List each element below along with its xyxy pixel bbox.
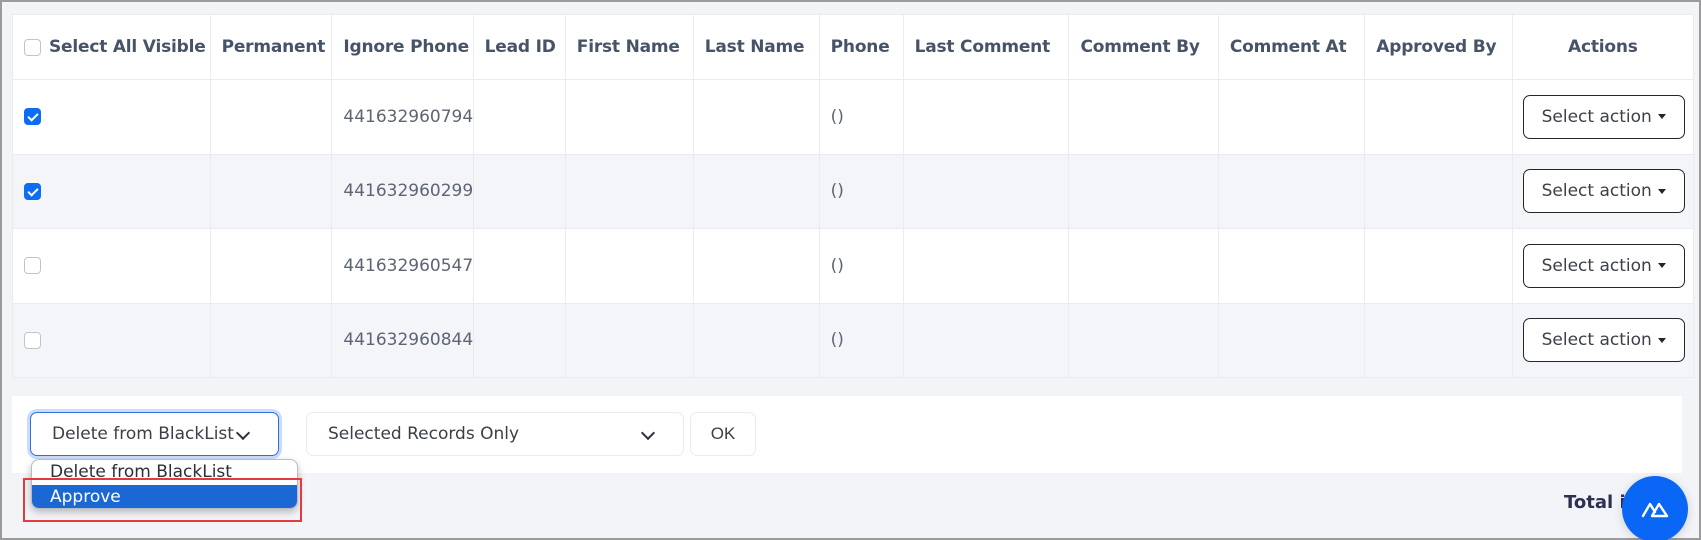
header-last-name[interactable]: Last Name — [692, 14, 820, 80]
row-select-cell — [12, 228, 211, 304]
table-row: 441632960844 () Select action — [12, 302, 1695, 378]
cell-phone: () — [818, 302, 904, 378]
cell-last-name — [692, 302, 820, 378]
cell-last-comment — [902, 153, 1070, 229]
header-first-name[interactable]: First Name — [564, 14, 694, 80]
row-select-cell — [12, 79, 211, 155]
cell-phone: () — [818, 79, 904, 155]
cell-lead-id — [472, 153, 566, 229]
cell-phone: () — [818, 153, 904, 229]
header-select-all: Select All Visible — [12, 14, 211, 80]
header-lead-id[interactable]: Lead ID — [472, 14, 566, 80]
cell-actions: Select action — [1511, 302, 1695, 378]
cell-last-name — [692, 228, 820, 304]
cell-ignore-phone: 441632960299 — [331, 153, 474, 229]
header-comment-at[interactable]: Comment At — [1217, 14, 1366, 80]
select-all-label: Select All Visible — [49, 37, 206, 57]
header-permanent[interactable]: Permanent — [209, 14, 333, 80]
header-last-comment[interactable]: Last Comment — [902, 14, 1070, 80]
table-row: 441632960547 () Select action — [12, 228, 1695, 304]
header-approved-by[interactable]: Approved By — [1364, 14, 1513, 80]
row-select-cell — [12, 302, 211, 378]
logo-triangles-icon — [1641, 502, 1669, 518]
cell-phone: () — [818, 228, 904, 304]
select-action-button[interactable]: Select action — [1522, 94, 1685, 139]
cell-permanent — [209, 79, 333, 155]
select-action-label: Select action — [1541, 106, 1652, 127]
scope-select-value: Selected Records Only — [328, 424, 520, 444]
blacklist-table: Select All Visible Permanent Ignore Phon… — [12, 14, 1695, 378]
caret-down-icon — [1657, 188, 1666, 194]
cell-comment-at — [1217, 302, 1366, 378]
bulk-action-select[interactable]: Delete from BlackList — [30, 412, 279, 456]
cell-approved-by — [1364, 79, 1513, 155]
header-actions: Actions — [1511, 14, 1695, 80]
row-checkbox[interactable] — [24, 182, 41, 200]
row-checkbox[interactable] — [24, 108, 41, 126]
cell-last-name — [692, 79, 820, 155]
cell-comment-at — [1217, 228, 1366, 304]
row-checkbox[interactable] — [24, 331, 41, 349]
dropdown-option-delete-from-blacklist[interactable]: Delete from BlackList — [32, 460, 297, 485]
cell-actions: Select action — [1511, 153, 1695, 229]
cell-first-name — [564, 302, 694, 378]
blacklist-table-container: Select All Visible Permanent Ignore Phon… — [12, 14, 1695, 378]
cell-last-comment — [902, 302, 1070, 378]
caret-down-icon — [1657, 337, 1666, 343]
cell-lead-id — [472, 79, 566, 155]
cell-last-comment — [902, 79, 1070, 155]
ok-button[interactable]: OK — [690, 412, 756, 456]
cell-comment-by — [1068, 302, 1219, 378]
cell-comment-by — [1068, 153, 1219, 229]
select-action-button[interactable]: Select action — [1522, 169, 1685, 214]
cell-permanent — [209, 153, 333, 229]
cell-comment-at — [1217, 153, 1366, 229]
cell-first-name — [564, 153, 694, 229]
header-ignore-phone[interactable]: Ignore Phone — [331, 14, 474, 80]
select-action-label: Select action — [1541, 181, 1652, 202]
cell-ignore-phone: 441632960794 — [331, 79, 474, 155]
floating-action-button[interactable] — [1622, 476, 1688, 540]
select-action-label: Select action — [1541, 255, 1652, 276]
cell-actions: Select action — [1511, 79, 1695, 155]
cell-permanent — [209, 302, 333, 378]
cell-approved-by — [1364, 228, 1513, 304]
dropdown-option-approve[interactable]: Approve — [32, 485, 297, 508]
caret-down-icon — [1657, 263, 1666, 269]
header-comment-by[interactable]: Comment By — [1068, 14, 1219, 80]
cell-lead-id — [472, 228, 566, 304]
cell-comment-by — [1068, 228, 1219, 304]
cell-lead-id — [472, 302, 566, 378]
cell-comment-by — [1068, 79, 1219, 155]
chevron-down-icon — [640, 425, 656, 441]
caret-down-icon — [1657, 114, 1666, 120]
table-header-row: Select All Visible Permanent Ignore Phon… — [12, 14, 1695, 80]
cell-approved-by — [1364, 302, 1513, 378]
chevron-down-icon — [235, 425, 251, 441]
bulk-action-dropdown-menu: Delete from BlackList Approve — [31, 459, 298, 509]
table-row: 441632960299 () Select action — [12, 153, 1695, 229]
select-all-checkbox[interactable] — [24, 38, 41, 56]
row-checkbox[interactable] — [24, 257, 41, 275]
bulk-action-select-value: Delete from BlackList — [52, 424, 234, 444]
select-action-button[interactable]: Select action — [1522, 318, 1685, 363]
cell-first-name — [564, 79, 694, 155]
cell-comment-at — [1217, 79, 1366, 155]
cell-last-comment — [902, 228, 1070, 304]
row-select-cell — [12, 153, 211, 229]
cell-first-name — [564, 228, 694, 304]
table-row: 441632960794 () Select action — [12, 79, 1695, 155]
cell-approved-by — [1364, 153, 1513, 229]
cell-last-name — [692, 153, 820, 229]
select-action-button[interactable]: Select action — [1522, 243, 1685, 288]
cell-ignore-phone: 441632960844 — [331, 302, 474, 378]
header-phone[interactable]: Phone — [818, 14, 904, 80]
scope-select[interactable]: Selected Records Only — [306, 412, 684, 456]
select-action-label: Select action — [1541, 330, 1652, 351]
cell-ignore-phone: 441632960547 — [331, 228, 474, 304]
cell-actions: Select action — [1511, 228, 1695, 304]
cell-permanent — [209, 228, 333, 304]
